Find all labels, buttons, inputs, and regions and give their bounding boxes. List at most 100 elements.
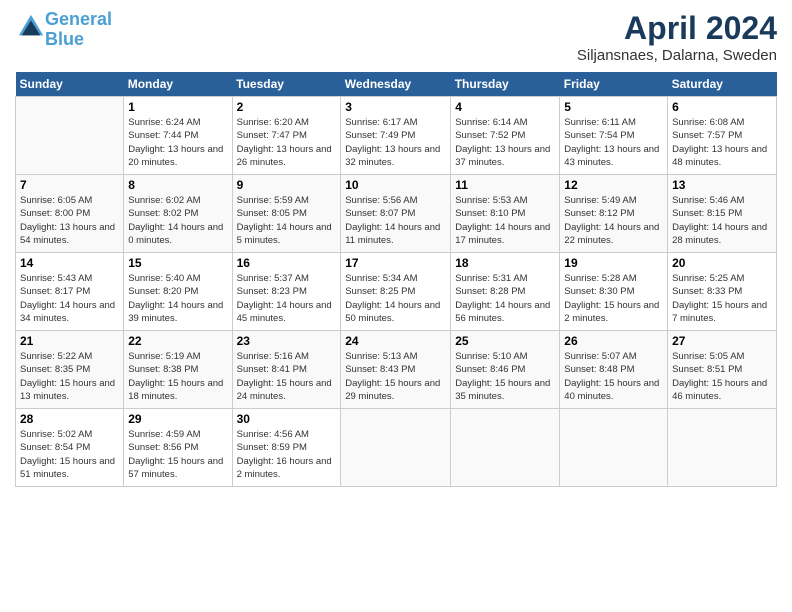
- day-header-wednesday: Wednesday: [341, 72, 451, 97]
- calendar-cell: 16 Sunrise: 5:37 AMSunset: 8:23 PMDaylig…: [232, 253, 341, 331]
- calendar-cell: [16, 97, 124, 175]
- calendar-cell: [341, 409, 451, 487]
- day-number: 8: [128, 178, 227, 192]
- header: General Blue April 2024 Siljansnaes, Dal…: [15, 10, 777, 64]
- calendar-cell: 4 Sunrise: 6:14 AMSunset: 7:52 PMDayligh…: [451, 97, 560, 175]
- calendar-cell: [560, 409, 668, 487]
- day-number: 22: [128, 334, 227, 348]
- day-detail: Sunrise: 6:11 AMSunset: 7:54 PMDaylight:…: [564, 116, 663, 169]
- day-detail: Sunrise: 6:17 AMSunset: 7:49 PMDaylight:…: [345, 116, 446, 169]
- day-number: 2: [237, 100, 337, 114]
- header-row: SundayMondayTuesdayWednesdayThursdayFrid…: [16, 72, 777, 97]
- day-detail: Sunrise: 5:19 AMSunset: 8:38 PMDaylight:…: [128, 350, 227, 403]
- day-number: 9: [237, 178, 337, 192]
- day-detail: Sunrise: 6:08 AMSunset: 7:57 PMDaylight:…: [672, 116, 772, 169]
- day-number: 17: [345, 256, 446, 270]
- day-number: 4: [455, 100, 555, 114]
- week-row-3: 21 Sunrise: 5:22 AMSunset: 8:35 PMDaylig…: [16, 331, 777, 409]
- day-detail: Sunrise: 5:31 AMSunset: 8:28 PMDaylight:…: [455, 272, 555, 325]
- day-detail: Sunrise: 6:24 AMSunset: 7:44 PMDaylight:…: [128, 116, 227, 169]
- logo-text: General Blue: [45, 10, 112, 50]
- calendar-cell: 11 Sunrise: 5:53 AMSunset: 8:10 PMDaylig…: [451, 175, 560, 253]
- calendar-cell: 25 Sunrise: 5:10 AMSunset: 8:46 PMDaylig…: [451, 331, 560, 409]
- calendar-cell: 19 Sunrise: 5:28 AMSunset: 8:30 PMDaylig…: [560, 253, 668, 331]
- week-row-0: 1 Sunrise: 6:24 AMSunset: 7:44 PMDayligh…: [16, 97, 777, 175]
- calendar-cell: 21 Sunrise: 5:22 AMSunset: 8:35 PMDaylig…: [16, 331, 124, 409]
- location-subtitle: Siljansnaes, Dalarna, Sweden: [577, 47, 777, 64]
- day-number: 28: [20, 412, 119, 426]
- calendar-cell: 6 Sunrise: 6:08 AMSunset: 7:57 PMDayligh…: [668, 97, 777, 175]
- day-number: 15: [128, 256, 227, 270]
- day-header-thursday: Thursday: [451, 72, 560, 97]
- day-detail: Sunrise: 6:20 AMSunset: 7:47 PMDaylight:…: [237, 116, 337, 169]
- calendar-cell: 7 Sunrise: 6:05 AMSunset: 8:00 PMDayligh…: [16, 175, 124, 253]
- day-detail: Sunrise: 5:13 AMSunset: 8:43 PMDaylight:…: [345, 350, 446, 403]
- day-number: 24: [345, 334, 446, 348]
- day-detail: Sunrise: 5:43 AMSunset: 8:17 PMDaylight:…: [20, 272, 119, 325]
- day-number: 11: [455, 178, 555, 192]
- calendar-cell: 5 Sunrise: 6:11 AMSunset: 7:54 PMDayligh…: [560, 97, 668, 175]
- day-number: 5: [564, 100, 663, 114]
- day-number: 3: [345, 100, 446, 114]
- calendar-cell: 3 Sunrise: 6:17 AMSunset: 7:49 PMDayligh…: [341, 97, 451, 175]
- calendar-cell: 2 Sunrise: 6:20 AMSunset: 7:47 PMDayligh…: [232, 97, 341, 175]
- calendar-cell: 22 Sunrise: 5:19 AMSunset: 8:38 PMDaylig…: [124, 331, 232, 409]
- week-row-2: 14 Sunrise: 5:43 AMSunset: 8:17 PMDaylig…: [16, 253, 777, 331]
- calendar-cell: 18 Sunrise: 5:31 AMSunset: 8:28 PMDaylig…: [451, 253, 560, 331]
- calendar-cell: 1 Sunrise: 6:24 AMSunset: 7:44 PMDayligh…: [124, 97, 232, 175]
- page-container: General Blue April 2024 Siljansnaes, Dal…: [0, 0, 792, 497]
- calendar-cell: [451, 409, 560, 487]
- calendar-cell: 12 Sunrise: 5:49 AMSunset: 8:12 PMDaylig…: [560, 175, 668, 253]
- day-detail: Sunrise: 5:28 AMSunset: 8:30 PMDaylight:…: [564, 272, 663, 325]
- calendar-cell: [668, 409, 777, 487]
- day-detail: Sunrise: 4:56 AMSunset: 8:59 PMDaylight:…: [237, 428, 337, 481]
- day-detail: Sunrise: 5:22 AMSunset: 8:35 PMDaylight:…: [20, 350, 119, 403]
- day-detail: Sunrise: 5:56 AMSunset: 8:07 PMDaylight:…: [345, 194, 446, 247]
- calendar-cell: 28 Sunrise: 5:02 AMSunset: 8:54 PMDaylig…: [16, 409, 124, 487]
- day-number: 14: [20, 256, 119, 270]
- calendar-cell: 17 Sunrise: 5:34 AMSunset: 8:25 PMDaylig…: [341, 253, 451, 331]
- calendar-cell: 23 Sunrise: 5:16 AMSunset: 8:41 PMDaylig…: [232, 331, 341, 409]
- day-number: 23: [237, 334, 337, 348]
- day-number: 16: [237, 256, 337, 270]
- logo: General Blue: [15, 10, 112, 50]
- day-header-monday: Monday: [124, 72, 232, 97]
- day-detail: Sunrise: 5:37 AMSunset: 8:23 PMDaylight:…: [237, 272, 337, 325]
- day-number: 29: [128, 412, 227, 426]
- day-number: 10: [345, 178, 446, 192]
- day-detail: Sunrise: 5:02 AMSunset: 8:54 PMDaylight:…: [20, 428, 119, 481]
- day-number: 13: [672, 178, 772, 192]
- calendar-cell: 13 Sunrise: 5:46 AMSunset: 8:15 PMDaylig…: [668, 175, 777, 253]
- day-number: 21: [20, 334, 119, 348]
- week-row-1: 7 Sunrise: 6:05 AMSunset: 8:00 PMDayligh…: [16, 175, 777, 253]
- title-area: April 2024 Siljansnaes, Dalarna, Sweden: [577, 10, 777, 64]
- day-number: 7: [20, 178, 119, 192]
- day-detail: Sunrise: 6:14 AMSunset: 7:52 PMDaylight:…: [455, 116, 555, 169]
- day-detail: Sunrise: 6:02 AMSunset: 8:02 PMDaylight:…: [128, 194, 227, 247]
- calendar-cell: 29 Sunrise: 4:59 AMSunset: 8:56 PMDaylig…: [124, 409, 232, 487]
- calendar-cell: 15 Sunrise: 5:40 AMSunset: 8:20 PMDaylig…: [124, 253, 232, 331]
- day-number: 18: [455, 256, 555, 270]
- day-detail: Sunrise: 5:49 AMSunset: 8:12 PMDaylight:…: [564, 194, 663, 247]
- calendar-cell: 26 Sunrise: 5:07 AMSunset: 8:48 PMDaylig…: [560, 331, 668, 409]
- day-detail: Sunrise: 5:59 AMSunset: 8:05 PMDaylight:…: [237, 194, 337, 247]
- logo-icon: [17, 13, 45, 41]
- day-number: 27: [672, 334, 772, 348]
- day-header-friday: Friday: [560, 72, 668, 97]
- day-detail: Sunrise: 5:16 AMSunset: 8:41 PMDaylight:…: [237, 350, 337, 403]
- day-header-tuesday: Tuesday: [232, 72, 341, 97]
- calendar-cell: 20 Sunrise: 5:25 AMSunset: 8:33 PMDaylig…: [668, 253, 777, 331]
- day-detail: Sunrise: 6:05 AMSunset: 8:00 PMDaylight:…: [20, 194, 119, 247]
- calendar-cell: 10 Sunrise: 5:56 AMSunset: 8:07 PMDaylig…: [341, 175, 451, 253]
- day-number: 30: [237, 412, 337, 426]
- day-detail: Sunrise: 5:05 AMSunset: 8:51 PMDaylight:…: [672, 350, 772, 403]
- day-number: 25: [455, 334, 555, 348]
- day-detail: Sunrise: 5:46 AMSunset: 8:15 PMDaylight:…: [672, 194, 772, 247]
- day-detail: Sunrise: 5:25 AMSunset: 8:33 PMDaylight:…: [672, 272, 772, 325]
- day-number: 1: [128, 100, 227, 114]
- day-number: 26: [564, 334, 663, 348]
- day-detail: Sunrise: 5:34 AMSunset: 8:25 PMDaylight:…: [345, 272, 446, 325]
- day-header-sunday: Sunday: [16, 72, 124, 97]
- logo-blue: Blue: [45, 29, 84, 49]
- day-detail: Sunrise: 4:59 AMSunset: 8:56 PMDaylight:…: [128, 428, 227, 481]
